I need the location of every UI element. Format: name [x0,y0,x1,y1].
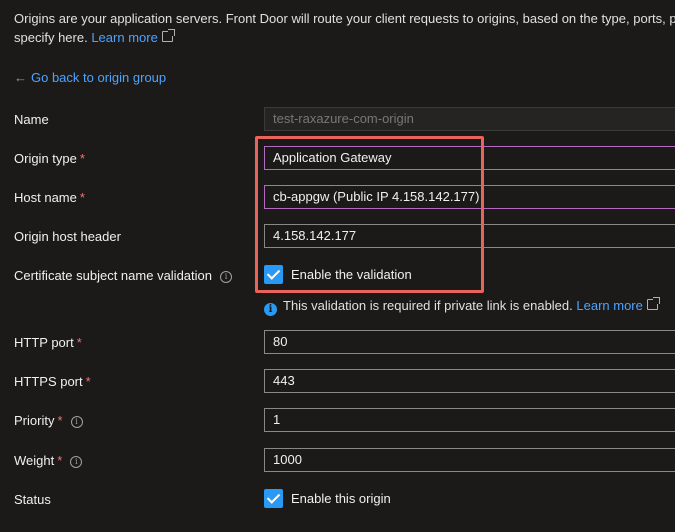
http-port-label: HTTP port * [14,335,82,350]
validation-note-text: This validation is required if private l… [283,298,573,313]
https-port-input[interactable]: 443 [264,369,675,393]
info-icon[interactable]: i [220,271,232,283]
back-arrow-icon: ← [14,70,27,85]
weight-label: Weight * i [14,453,83,469]
name-label: Name [14,112,49,127]
info-filled-icon: i [264,303,277,316]
required-marker: * [57,453,63,468]
enable-origin-checkbox[interactable] [264,489,283,508]
priority-label: Priority * i [14,413,83,429]
required-marker: * [79,190,85,205]
origin-type-label: Origin type * [14,151,85,166]
external-link-icon [646,297,660,310]
origin-host-header-label: Origin host header [14,229,121,244]
required-marker: * [57,413,63,428]
intro-learn-more-link[interactable]: Learn more [91,30,157,45]
info-icon[interactable]: i [70,456,83,468]
info-icon[interactable]: i [70,416,83,428]
https-port-label: HTTPS port * [14,374,91,389]
required-marker: * [85,374,91,389]
back-link-label: Go back to origin group [31,70,167,85]
cert-validation-label: Certificate subject name validation i [14,268,232,284]
back-to-origin-group-link[interactable]: ← Go back to origin group [14,70,166,85]
intro-line-2: specify here. [14,30,88,45]
highlight-box [255,136,484,293]
note-learn-more-link[interactable]: Learn more [576,298,642,313]
intro-line-1: Origins are your application servers. Fr… [14,11,675,26]
required-marker: * [76,335,82,350]
weight-input[interactable]: 1000 [264,448,675,472]
required-marker: * [79,151,85,166]
intro-text: Origins are your application servers. Fr… [14,9,675,47]
name-input: test-raxazure-com-origin [264,107,675,131]
validation-note: i This validation is required if private … [264,297,660,316]
status-label: Status [14,492,51,507]
enable-origin-label: Enable this origin [291,491,391,506]
http-port-input[interactable]: 80 [264,330,675,354]
external-link-icon [161,29,175,42]
priority-input[interactable]: 1 [264,408,675,432]
host-name-label: Host name * [14,190,85,205]
